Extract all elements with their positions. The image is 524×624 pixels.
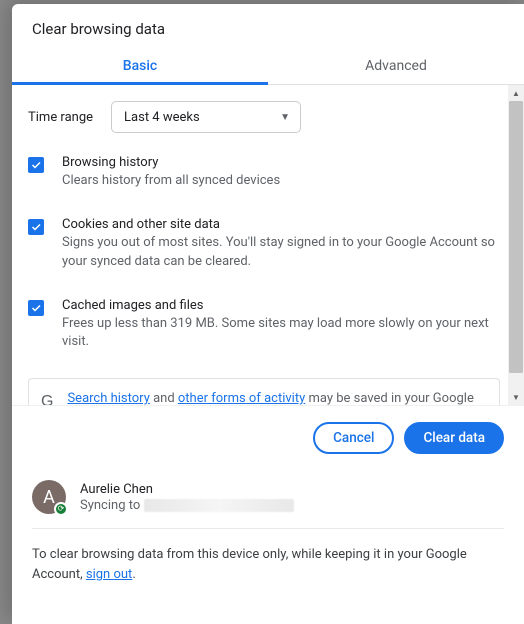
check-icon [30, 221, 42, 233]
option-title: Cookies and other site data [62, 217, 500, 232]
scroll-thumb[interactable] [509, 101, 523, 373]
option-title: Cached images and files [62, 298, 500, 313]
chevron-down-icon: ▼ [280, 112, 290, 123]
check-icon [30, 302, 42, 314]
check-icon [30, 159, 42, 171]
avatar-initial: A [43, 487, 55, 508]
option-browsing-history: Browsing history Clears history from all… [28, 155, 500, 191]
option-cookies: Cookies and other site data Signs you ou… [28, 217, 500, 272]
dialog-title: Clear browsing data [12, 4, 524, 46]
scroll-down-icon[interactable]: ▼ [508, 389, 524, 405]
tab-basic[interactable]: Basic [12, 46, 268, 84]
tab-bar: Basic Advanced [12, 46, 524, 85]
time-range-label: Time range [28, 110, 93, 125]
link-sign-out[interactable]: sign out [86, 567, 132, 582]
scroll-track[interactable] [508, 101, 524, 389]
vertical-scrollbar[interactable]: ▲ ▼ [508, 85, 524, 405]
time-range-value: Last 4 weeks [124, 110, 200, 125]
clear-data-button[interactable]: Clear data [404, 422, 504, 454]
link-search-history[interactable]: Search history [67, 391, 149, 405]
checkbox-browsing-history[interactable] [28, 157, 44, 173]
scroll-up-icon[interactable]: ▲ [508, 85, 524, 101]
dialog-buttons: Cancel Clear data [12, 406, 524, 470]
cancel-button[interactable]: Cancel [313, 422, 394, 454]
dialog-footer: A ⟳ Aurelie Chen Syncing to To clear bro… [12, 470, 524, 603]
link-other-activity[interactable]: other forms of activity [178, 391, 305, 405]
option-desc: Signs you out of most sites. You'll stay… [62, 234, 500, 272]
option-cache: Cached images and files Frees up less th… [28, 298, 500, 353]
checkbox-cache[interactable] [28, 300, 44, 316]
time-range-select[interactable]: Last 4 weeks ▼ [111, 101, 301, 133]
redacted-email [144, 499, 294, 512]
info-text: Search history and other forms of activi… [67, 389, 487, 405]
account-status: Syncing to [80, 498, 294, 513]
account-name: Aurelie Chen [80, 482, 294, 497]
footnote: To clear browsing data from this device … [32, 529, 504, 585]
sync-badge-icon: ⟳ [54, 502, 68, 516]
account-row: A ⟳ Aurelie Chen Syncing to [32, 474, 504, 529]
tab-advanced[interactable]: Advanced [268, 46, 524, 84]
option-desc: Clears history from all synced devices [62, 172, 280, 191]
checkbox-cookies[interactable] [28, 219, 44, 235]
avatar: A ⟳ [32, 480, 66, 514]
clear-browsing-data-dialog: Clear browsing data Basic Advanced Time … [12, 4, 524, 624]
option-title: Browsing history [62, 155, 280, 170]
google-icon: G [41, 393, 53, 405]
scroll-area: Time range Last 4 weeks ▼ Browsing histo… [12, 85, 524, 406]
google-info-box: G Search history and other forms of acti… [28, 378, 500, 405]
option-desc: Frees up less than 319 MB. Some sites ma… [62, 315, 500, 353]
